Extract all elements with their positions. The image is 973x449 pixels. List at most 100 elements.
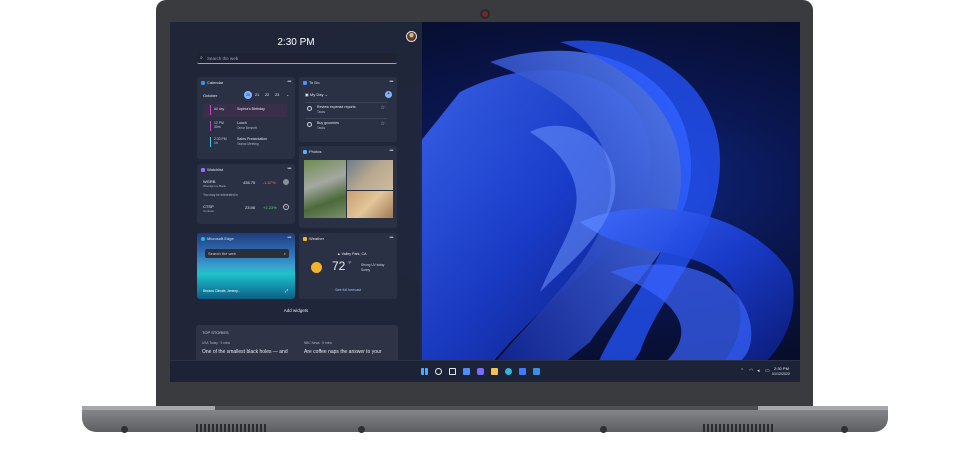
todo-item[interactable]: Review expense reports Tasks ☆ xyxy=(305,102,387,114)
speaker-grille-left xyxy=(196,424,268,432)
task-view-icon[interactable] xyxy=(449,368,456,375)
file-explorer-icon[interactable] xyxy=(491,368,498,375)
see-forecast-link[interactable]: See full forecast xyxy=(299,288,397,292)
todo-check-icon xyxy=(303,80,307,85)
edge-header: Microsoft Edge xyxy=(201,236,234,241)
speaker-grille-right xyxy=(703,424,775,432)
todo-title: To Do xyxy=(309,80,320,85)
photo-thumbnail[interactable] xyxy=(347,160,393,190)
more-options-icon[interactable]: ••• xyxy=(287,235,291,241)
task-subtitle: Tasks xyxy=(317,110,326,114)
photos-title: Photos xyxy=(309,149,322,154)
search-placeholder: Search the web xyxy=(207,56,239,61)
more-options-icon[interactable]: ••• xyxy=(287,79,291,85)
photo-thumbnail[interactable] xyxy=(347,191,393,218)
calendar-header: Calendar xyxy=(201,80,223,85)
weather-header: Weather xyxy=(303,236,324,241)
todo-list-name[interactable]: ▣ My Day ⌄ xyxy=(305,92,328,97)
calendar-day-selected[interactable]: 20 xyxy=(244,91,252,99)
calendar-event[interactable]: 2:30 PM 1h Sales Presentation Teams Meeti… xyxy=(203,136,287,149)
base-screw xyxy=(600,426,607,433)
weather-unit: °F xyxy=(348,261,352,265)
weather-temperature: 72 xyxy=(332,259,346,273)
panel-clock: 2:30 PM xyxy=(277,37,315,48)
stories-heading: TOP STORIES xyxy=(202,330,229,335)
expand-icon[interactable]: ⤢ xyxy=(285,288,288,293)
edge-caption: Bezana Climate, Jeremy... xyxy=(203,289,241,293)
search-icon[interactable] xyxy=(435,368,442,375)
event-title: Sales Presentation xyxy=(237,137,268,141)
story-source: USA Today · 3 mins xyxy=(202,341,230,345)
calendar-event[interactable]: All day Sophia's Birthday xyxy=(203,104,287,117)
event-title: Sophia's Birthday xyxy=(237,107,265,111)
story-source: NBC News · 5 mins xyxy=(304,341,332,345)
store-icon[interactable] xyxy=(519,368,526,375)
edge-widget[interactable]: Microsoft Edge ••• Search the web ⌕ Beza… xyxy=(197,233,295,299)
task-checkbox[interactable] xyxy=(307,122,312,127)
add-widgets-button[interactable]: Add widgets xyxy=(170,308,422,313)
wifi-icon[interactable]: ◠ xyxy=(749,368,753,374)
event-title: Lunch xyxy=(237,121,247,125)
edge-title: Microsoft Edge xyxy=(207,236,234,241)
more-options-icon[interactable]: ••• xyxy=(389,148,393,154)
search-icon: ⌕ xyxy=(200,55,203,61)
story-headline[interactable]: One of the smallest black holes — and xyxy=(202,349,288,355)
base-screw xyxy=(841,426,848,433)
top-stories-widget[interactable]: TOP STORIES USA Today · 3 mins One of th… xyxy=(196,325,398,363)
weather-location: ▲ Valley Park, CA xyxy=(337,252,367,256)
event-time: All day xyxy=(214,107,225,111)
weather-title: Weather xyxy=(309,236,325,241)
star-icon[interactable]: ☆ xyxy=(381,121,385,127)
edge-search-input[interactable]: Search the web ⌕ xyxy=(205,249,289,258)
calendar-day[interactable]: 23 xyxy=(275,93,279,97)
todo-widget[interactable]: To Do ••• ▣ My Day ⌄ + Review expense re… xyxy=(299,77,397,142)
watchlist-icon xyxy=(201,167,205,172)
more-options-icon[interactable]: ••• xyxy=(287,166,291,172)
weather-widget[interactable]: Weather ••• ▲ Valley Park, CA 72 °F Stro… xyxy=(299,233,397,299)
stock-name: Woodgrove Bank xyxy=(203,184,226,188)
task-subtitle: Tasks xyxy=(317,126,326,130)
sun-icon xyxy=(311,262,322,273)
calendar-event[interactable]: 12 PM 30m Lunch Omar Bennett xyxy=(203,120,287,133)
more-options-icon[interactable]: ••• xyxy=(389,79,393,85)
task-title: Review expense reports xyxy=(317,105,356,109)
weather-icon xyxy=(303,236,307,241)
watchlist-widget[interactable]: Watchlist ••• WGRB Woodgrove Bank 435.75… xyxy=(197,164,295,224)
add-task-icon[interactable]: + xyxy=(385,91,392,98)
base-screw xyxy=(358,426,365,433)
chevron-down-icon[interactable]: ⌄ xyxy=(286,92,289,97)
add-stock-icon[interactable]: + xyxy=(283,204,289,210)
star-icon[interactable]: ☆ xyxy=(381,105,385,111)
watchlist-title: Watchlist xyxy=(207,167,224,172)
web-search-input[interactable]: ⌕ Search the web xyxy=(197,53,397,64)
taskbar-date[interactable]: 01/12/2022 xyxy=(772,372,790,376)
event-subtitle: Teams Meeting xyxy=(237,142,259,146)
task-checkbox[interactable] xyxy=(307,106,312,111)
event-subtitle: Omar Bennett xyxy=(237,126,257,130)
remove-stock-icon[interactable] xyxy=(283,179,289,185)
taskbar-time[interactable]: 2:30 PM xyxy=(774,366,789,371)
stock-change: -1.67% xyxy=(263,180,276,185)
calendar-day[interactable]: 21 xyxy=(255,93,259,97)
chat-icon[interactable] xyxy=(477,368,484,375)
avatar[interactable] xyxy=(406,31,417,42)
laptop-hinge xyxy=(215,406,758,410)
photo-thumbnail[interactable] xyxy=(304,160,346,218)
more-options-icon[interactable]: ••• xyxy=(389,235,393,241)
watchlist-header: Watchlist xyxy=(201,167,223,172)
chevron-up-icon[interactable]: ⌃ xyxy=(740,368,744,374)
photos-widget[interactable]: Photos ••• xyxy=(299,146,397,228)
search-icon: ⌕ xyxy=(283,251,286,256)
edge-browser-icon[interactable] xyxy=(505,368,512,375)
battery-icon[interactable]: ▭ xyxy=(765,368,770,374)
todo-item[interactable]: Buy groceries Tasks ☆ xyxy=(305,118,387,130)
calendar-day[interactable]: 22 xyxy=(265,93,269,97)
widgets-icon[interactable] xyxy=(463,368,470,375)
mail-icon[interactable] xyxy=(533,368,540,375)
wallpaper-bloom xyxy=(420,40,794,382)
story-headline[interactable]: Are coffee naps the answer to your xyxy=(304,349,381,355)
windows-start-icon[interactable] xyxy=(421,368,428,375)
photos-header: Photos xyxy=(303,149,321,154)
volume-icon[interactable]: ◂ xyxy=(757,368,760,374)
calendar-widget[interactable]: Calendar ••• October 20 21 22 23 ⌄ All d… xyxy=(197,77,295,159)
